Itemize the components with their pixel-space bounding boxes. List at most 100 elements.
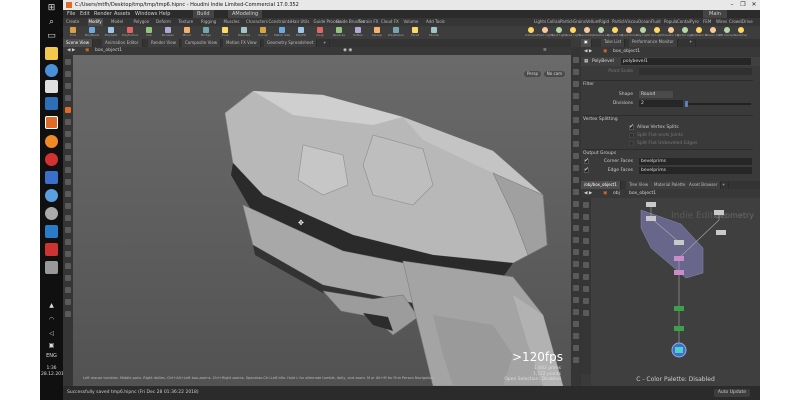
menu-file[interactable]: File [67,10,75,18]
viewport-tool-icon[interactable] [65,263,71,269]
viewport-tool-icon[interactable] [65,167,71,173]
edge-faces-field[interactable]: bevelprims [639,167,752,174]
shelf-tab[interactable]: Volume [403,18,420,26]
notification-icon[interactable]: ▣ [46,340,57,351]
shelf-tool-button[interactable]: Stereo Camera [705,27,721,38]
viewport-tool-icon[interactable] [65,299,71,305]
clock[interactable]: 1:36 28.12.2018 [41,366,67,378]
auto-update-button[interactable]: Auto Update [713,389,750,397]
store-icon[interactable] [45,80,58,93]
viewport-tool-icon[interactable] [65,251,71,257]
display-option-icon[interactable] [573,105,579,111]
node-name-field[interactable]: polybevel1 [621,58,751,65]
shelf-tab[interactable]: Populate Containers [663,18,677,26]
display-option-icon[interactable] [573,189,579,195]
main-selector[interactable]: Main [703,10,727,18]
desktop-selector[interactable]: AModeling [228,10,263,18]
shelf-tab[interactable]: Deform [155,18,172,26]
menu-help[interactable]: Help [159,10,170,18]
tab-take-list[interactable]: Take List [601,39,626,47]
shelf-tool-button[interactable]: Clip [143,27,155,38]
shelf-tool-button[interactable]: Geometry Light [579,27,595,38]
display-option-icon[interactable] [573,249,579,255]
shelf-tab[interactable]: Vellum [585,18,599,26]
display-option-icon[interactable] [573,225,579,231]
shelf-tool-button[interactable]: Sky Light [636,27,650,38]
shelf-tab[interactable]: Texture [178,18,195,26]
shelf-tool-button[interactable]: PolyReduce [388,27,404,38]
task-view-icon[interactable]: ▭ [46,31,57,42]
display-option-icon[interactable] [573,69,579,75]
display-option-icon[interactable] [573,309,579,315]
back-icon[interactable]: ◀ ▶ [67,47,75,55]
tab-composite-view[interactable]: Composite View [182,39,222,47]
display-option-icon[interactable] [573,273,579,279]
shelf-tab[interactable]: Particle Fluids [611,18,625,26]
network-path[interactable]: obj [613,189,620,198]
tab-parameters-icon[interactable]: ▣ [581,39,592,47]
shelf-tab[interactable]: Fluid Containers [650,18,664,26]
shelf-tool-button[interactable]: Sweep [371,27,383,38]
network-tool-icon[interactable] [583,262,589,268]
gear-icon[interactable] [45,207,58,220]
shelf-tool-button[interactable]: Caustic Light [663,27,679,38]
viewport-tool-icon[interactable] [65,179,71,185]
display-option-icon[interactable] [573,129,579,135]
network-tool-icon[interactable] [583,298,589,304]
tab-asset-browser[interactable]: Asset Browser [686,181,722,189]
display-option-icon[interactable] [573,165,579,171]
shelf-tool-button[interactable]: Divide [428,27,440,38]
orange-app-icon[interactable] [45,135,58,148]
shelf-tool-button[interactable]: Bridge [200,27,212,38]
red-app-icon[interactable] [45,153,58,166]
allow-vertex-splits-checkbox[interactable] [629,123,634,130]
shelf-tool-button[interactable]: Mirror [181,27,193,38]
shelf-tool-button[interactable]: Boolean [162,27,174,38]
shelf-tab[interactable]: Container Tools [676,18,690,26]
display-option-icon[interactable] [573,201,579,207]
language-indicator[interactable]: ENG [42,353,61,359]
shelf-tool-button[interactable]: Volume Light [593,27,609,38]
viewport-tool-icon[interactable] [65,83,71,89]
display-option-icon[interactable] [573,321,579,327]
context-icon[interactable]: ▣ [603,189,607,198]
shelf-tool-button[interactable]: Dissolve [238,27,250,38]
shelf-tab[interactable]: Create [65,18,80,26]
tab-performance-monitor[interactable]: Performance Monitor [629,39,678,47]
tab-geometry-spreadsheet[interactable]: Geometry Spreadsheet [264,39,318,47]
network-tool-icon[interactable] [583,202,589,208]
file-explorer-icon[interactable] [45,47,58,60]
network-tool-icon[interactable] [583,226,589,232]
shelf-tool-button[interactable]: Switcher [735,27,748,38]
shelf-tool-button[interactable]: Spot Light [551,27,567,38]
network-node-path[interactable]: box_object1 [629,189,656,198]
shelf-tool-button[interactable]: Edit [67,27,79,38]
viewport-tool-icon[interactable] [65,239,71,245]
shelf-tool-button[interactable]: PolySplit [105,27,117,38]
shelf-tab[interactable]: Wires [715,18,728,26]
viewport-tool-icon[interactable] [65,203,71,209]
network-tool-icon[interactable] [583,310,589,316]
edge-faces-checkbox[interactable] [584,166,589,173]
shelf-tab[interactable]: Hair Utils [290,18,310,26]
scene-viewport[interactable]: ✥ Persp No cam >120fps 1,682 prims 1,722… [73,55,571,386]
shelf-tool-button[interactable]: Distant Light [607,27,623,38]
add-tab-icon[interactable]: + [320,39,331,47]
shelf-tab[interactable]: Muscles [223,18,241,26]
tab-tree-view[interactable]: Tree View [626,181,653,189]
display-option-icon[interactable] [573,333,579,339]
display-option-icon[interactable] [573,213,579,219]
display-option-icon[interactable] [573,81,579,87]
globe-icon[interactable] [45,189,58,202]
viewport-tool-icon[interactable] [65,107,71,113]
close-button[interactable]: ✕ [749,0,759,10]
shelf-tool-button[interactable]: GI Light [651,27,663,38]
display-option-icon[interactable] [573,141,579,147]
shelf-tab[interactable]: Polygon [133,18,151,26]
shelf-tab[interactable]: FEM [702,18,712,26]
tab-material-palette[interactable]: Material Palette [651,181,690,189]
windows-start-icon[interactable]: ⊞ [46,3,57,14]
nav-arrows-icon[interactable]: ◀ ▶ [584,189,592,198]
split-flat-ends-checkbox[interactable] [629,133,634,138]
menu-assets[interactable]: Assets [114,10,130,18]
